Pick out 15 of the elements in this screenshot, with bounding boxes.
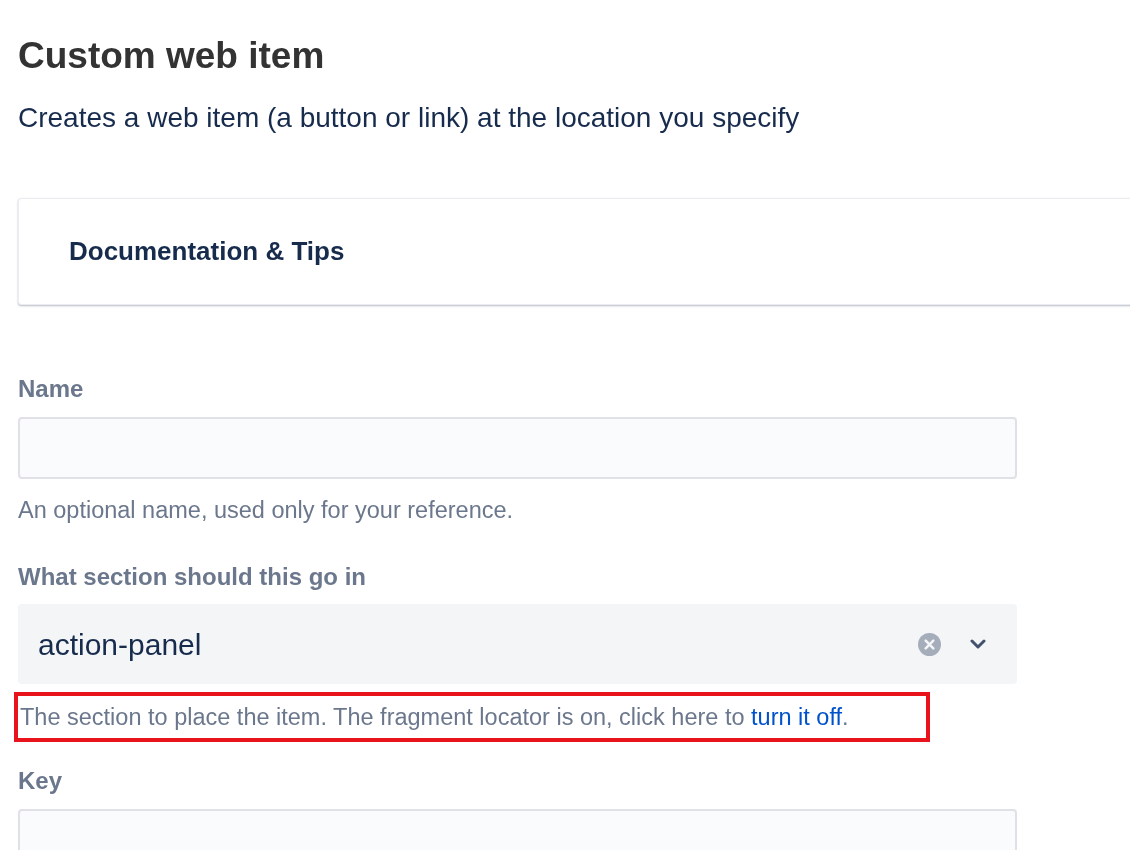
documentation-panel[interactable]: Documentation & Tips: [18, 198, 1130, 305]
help-text: The section to place the item. The fragment locator is on, click here to turn it off.: [20, 703, 849, 731]
field-label: What section should this go in: [18, 563, 366, 591]
panel-title: Documentation & Tips: [69, 235, 345, 268]
page-description: Creates a web item (a button or link) at the location you specify: [18, 102, 800, 134]
page-title: Custom web item: [18, 34, 325, 78]
help-text: An optional name, used only for your reference.: [18, 496, 514, 524]
clear-icon[interactable]: [918, 632, 941, 656]
select-value: action-panel: [38, 626, 202, 663]
field-label: Key: [18, 767, 63, 795]
text-input[interactable]: [18, 417, 1017, 479]
turn-off-link[interactable]: turn it off: [751, 704, 843, 730]
chevron-down-icon[interactable]: [970, 639, 986, 649]
field-label: Name: [18, 375, 84, 403]
select-dropdown[interactable]: action-panel: [18, 604, 1017, 684]
